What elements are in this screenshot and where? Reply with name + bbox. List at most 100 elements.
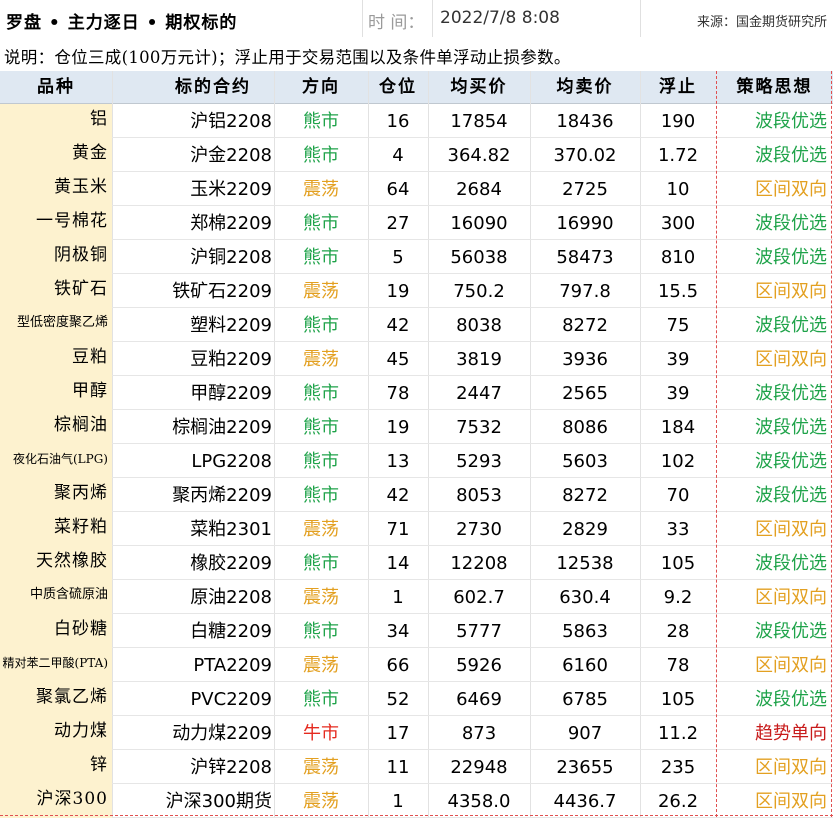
column-header-position: 仓位 [379, 77, 417, 97]
variety-cell: 锌 [0, 750, 112, 784]
column-header-strategy: 策略思想 [736, 77, 813, 97]
float-stop-cell: 26.2 [657, 791, 699, 812]
float-stop-cell: 190 [660, 111, 696, 132]
avg-buy-cell: 750.2 [453, 281, 505, 302]
table-row: 棕榈油 棕榈油2209 熊市 19 7532 8086 184 波段优选 [0, 410, 833, 444]
variety-cell: 一号棉花 [0, 206, 112, 240]
table-row: 菜籽粕 菜粕2301 震荡 71 2730 2829 33 区间双向 [0, 512, 833, 546]
avg-buy-cell: 8038 [456, 315, 502, 336]
table-row: 黄金 沪金2208 熊市 4 364.82 370.02 1.72 波段优选 [0, 138, 833, 172]
position-cell: 19 [386, 417, 410, 438]
avg-buy-cell: 7532 [456, 417, 502, 438]
variety-cell: 菜籽粕 [0, 512, 112, 546]
float-stop-cell: 78 [666, 655, 690, 676]
direction-cell: 熊市 [303, 247, 339, 268]
strategy-cell: 区间双向 [755, 587, 827, 608]
variety-cell: 聚氯乙烯 [0, 682, 112, 716]
avg-buy-cell: 873 [461, 723, 497, 744]
float-stop-cell: 70 [666, 485, 690, 506]
table-header: 品种 标的合约 方向 仓位 均买价 均卖价 浮止 策略思想 [0, 71, 833, 104]
strategy-cell: 区间双向 [755, 179, 827, 200]
avg-sell-cell: 797.8 [559, 281, 611, 302]
variety-cell: 沪深300 [0, 784, 112, 818]
contract-cell: 橡胶2209 [190, 553, 272, 574]
position-cell: 5 [392, 247, 404, 268]
avg-sell-cell: 58473 [556, 247, 614, 268]
position-cell: 42 [386, 485, 410, 506]
float-stop-cell: 75 [666, 315, 690, 336]
contract-cell: 沪铜2208 [190, 247, 272, 268]
position-cell: 71 [386, 519, 410, 540]
contract-cell: PTA2209 [193, 655, 272, 676]
table-row: 铁矿石 铁矿石2209 震荡 19 750.2 797.8 15.5 区间双向 [0, 274, 833, 308]
direction-cell: 震荡 [303, 519, 339, 540]
contract-cell: 沪铝2208 [190, 111, 272, 132]
float-stop-cell: 300 [660, 213, 696, 234]
direction-cell: 熊市 [303, 451, 339, 472]
contract-cell: 沪锌2208 [190, 757, 272, 778]
avg-sell-cell: 2565 [562, 383, 608, 404]
variety-cell: 豆粕 [0, 342, 112, 376]
position-cell: 27 [386, 213, 410, 234]
table-row: 豆粕 豆粕2209 震荡 45 3819 3936 39 区间双向 [0, 342, 833, 376]
position-cell: 13 [386, 451, 410, 472]
avg-sell-cell: 8086 [562, 417, 608, 438]
direction-cell: 牛市 [303, 723, 339, 744]
strategy-cell: 波段优选 [755, 145, 827, 166]
contract-cell: 铁矿石2209 [172, 281, 272, 302]
avg-buy-cell: 4358.0 [447, 791, 511, 812]
direction-cell: 震荡 [303, 281, 339, 302]
direction-cell: 熊市 [303, 417, 339, 438]
float-stop-cell: 235 [660, 757, 696, 778]
page-title: 罗盘 • 主力逐日 • 期权标的 [6, 13, 238, 33]
table-row: 中质含硫原油 原油2208 震荡 1 602.7 630.4 9.2 区间双向 [0, 580, 833, 614]
variety-cell: 中质含硫原油 [0, 580, 112, 614]
direction-cell: 熊市 [303, 621, 339, 642]
table-row: 一号棉花 郑棉2209 熊市 27 16090 16990 300 波段优选 [0, 206, 833, 240]
strategy-cell: 波段优选 [755, 111, 827, 132]
contract-cell: 甲醇2209 [190, 383, 272, 404]
strategy-cell: 区间双向 [755, 519, 827, 540]
avg-buy-cell: 17854 [450, 111, 508, 132]
avg-sell-cell: 8272 [562, 315, 608, 336]
variety-cell: 聚丙烯 [0, 478, 112, 512]
direction-cell: 熊市 [303, 145, 339, 166]
contract-cell: 聚丙烯2209 [172, 485, 272, 506]
variety-cell: 夜化石油气(LPG) [0, 444, 112, 478]
table-row: 黄玉米 玉米2209 震荡 64 2684 2725 10 区间双向 [0, 172, 833, 206]
direction-cell: 震荡 [303, 791, 339, 812]
note-text: 说明：仓位三成(100万元计)；浮止用于交易范围以及条件单浮动止损参数。 [4, 48, 571, 67]
strategy-cell: 趋势单向 [755, 723, 827, 744]
avg-sell-cell: 6160 [562, 655, 608, 676]
contract-cell: 棕榈油2209 [172, 417, 272, 438]
avg-buy-cell: 8053 [456, 485, 502, 506]
strategy-cell: 区间双向 [755, 791, 827, 812]
float-stop-cell: 1.72 [657, 145, 699, 166]
float-stop-cell: 10 [666, 179, 690, 200]
avg-sell-cell: 630.4 [559, 587, 611, 608]
table-row: 沪深300 沪深300期货 震荡 1 4358.0 4436.7 26.2 区间双向 [0, 784, 833, 818]
source-label: 来源：国金期货研究所 [696, 15, 827, 30]
avg-sell-cell: 5863 [562, 621, 608, 642]
position-cell: 1 [392, 587, 404, 608]
avg-sell-cell: 5603 [562, 451, 608, 472]
avg-sell-cell: 16990 [556, 213, 614, 234]
direction-cell: 熊市 [303, 553, 339, 574]
direction-cell: 熊市 [303, 111, 339, 132]
position-cell: 17 [386, 723, 410, 744]
avg-sell-cell: 4436.7 [553, 791, 617, 812]
float-stop-cell: 39 [666, 349, 690, 370]
contract-cell: 塑料2209 [190, 315, 272, 336]
contract-cell: 沪金2208 [190, 145, 272, 166]
time-label: 时 间： [368, 13, 425, 33]
variety-cell: 白砂糖 [0, 614, 112, 648]
table-row: 天然橡胶 橡胶2209 熊市 14 12208 12538 105 波段优选 [0, 546, 833, 580]
direction-cell: 震荡 [303, 179, 339, 200]
note-bar: 说明：仓位三成(100万元计)；浮止用于交易范围以及条件单浮动止损参数。 [0, 37, 833, 72]
variety-cell: 甲醇 [0, 376, 112, 410]
avg-buy-cell: 22948 [450, 757, 508, 778]
time-value: 2022/7/8 8:08 [440, 8, 560, 28]
table-row: 锌 沪锌2208 震荡 11 22948 23655 235 区间双向 [0, 750, 833, 784]
direction-cell: 熊市 [303, 485, 339, 506]
contract-cell: 豆粕2209 [190, 349, 272, 370]
